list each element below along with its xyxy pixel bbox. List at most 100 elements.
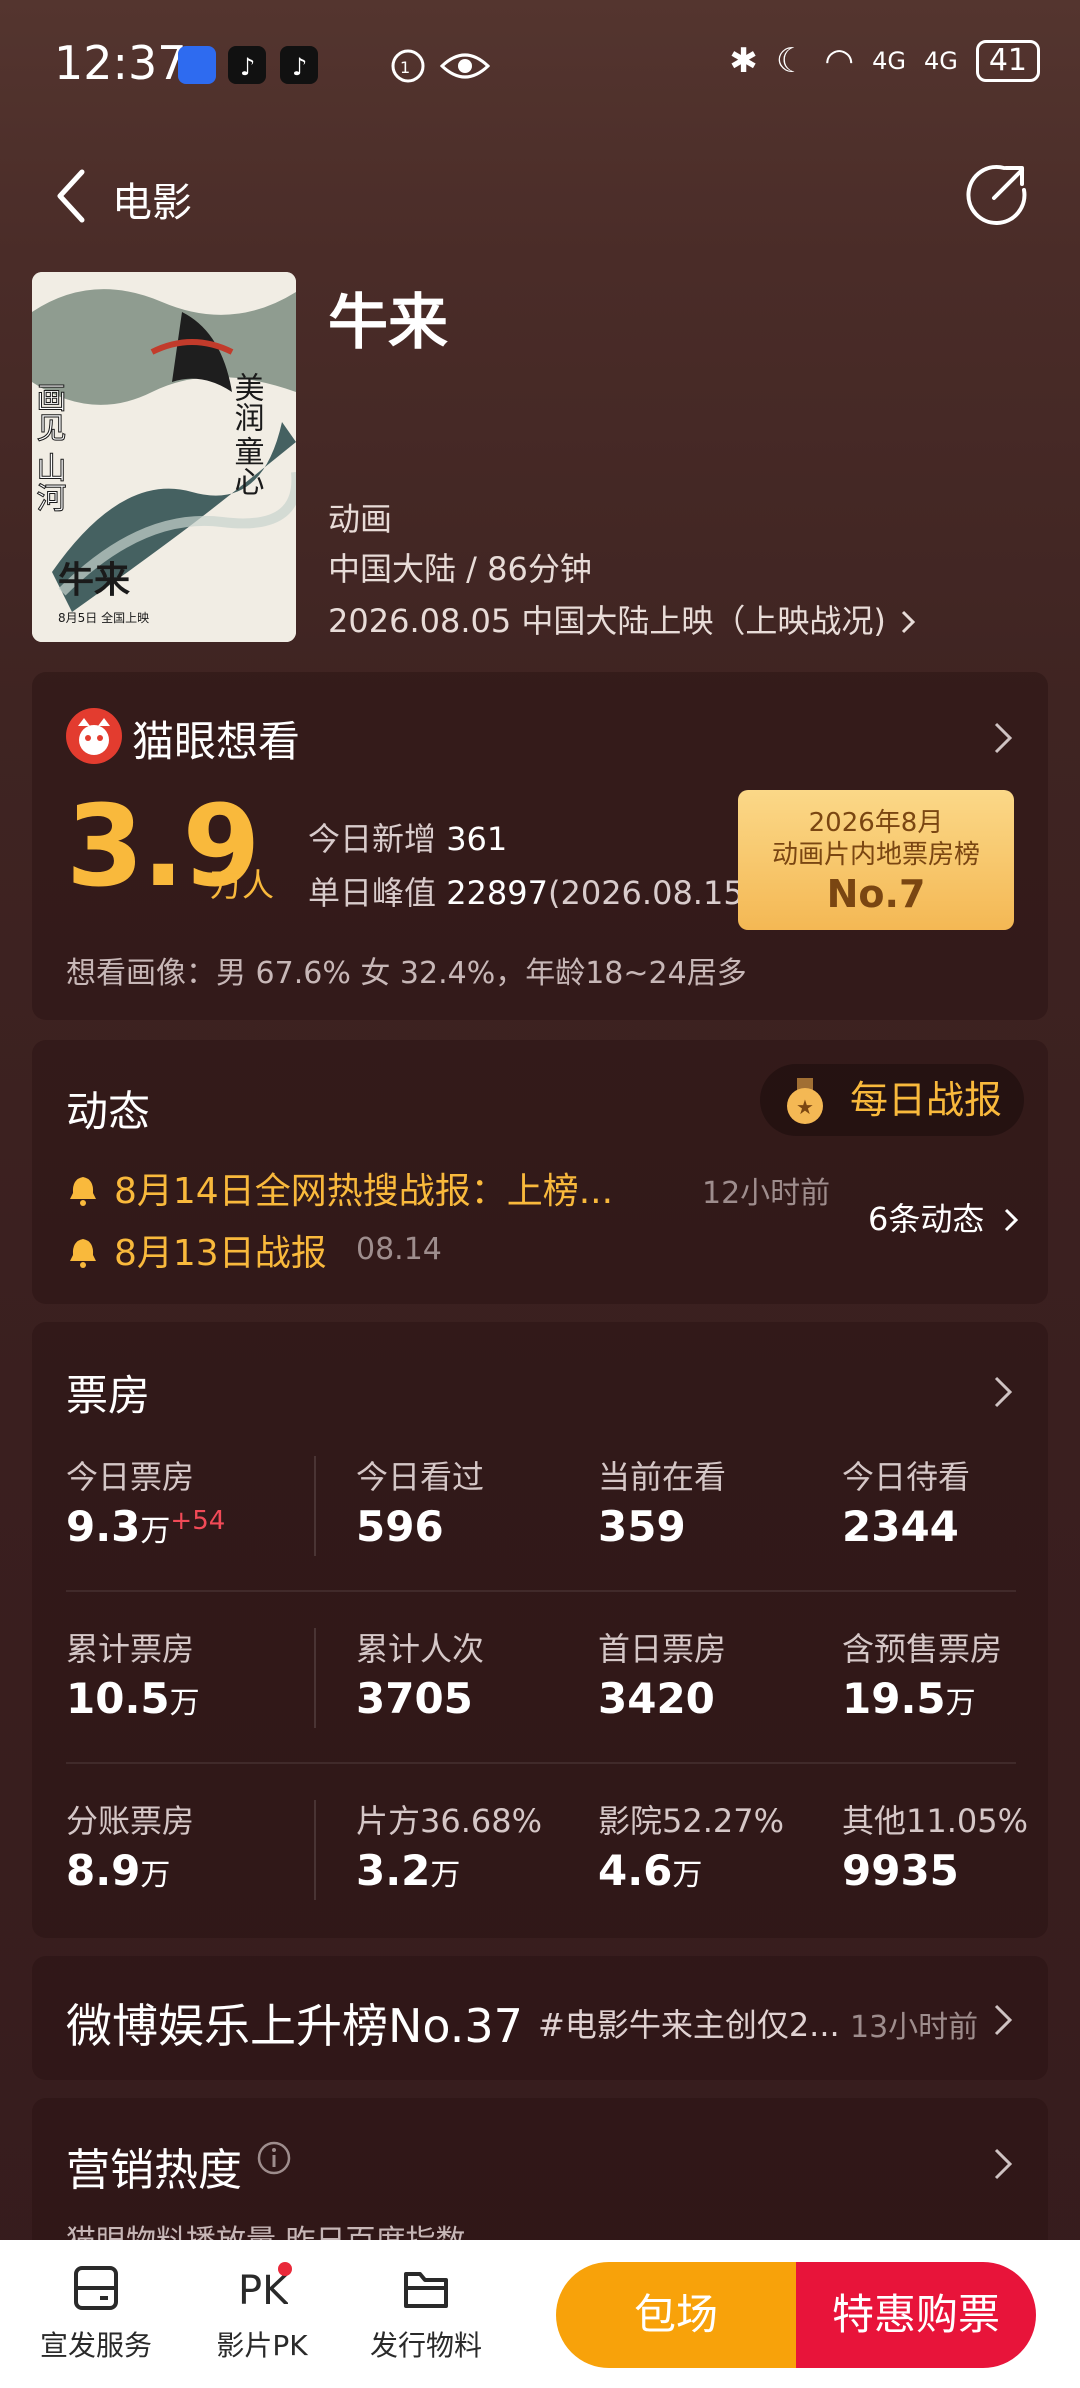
news-item[interactable]: 8月14日全网热搜战报：上榜...	[66, 1162, 613, 1214]
svg-text:♪: ♪	[292, 53, 307, 81]
chevron-right-icon	[994, 2148, 1013, 2180]
svg-text:童心: 童心	[229, 436, 264, 496]
divider	[314, 1456, 316, 1556]
svg-text:1: 1	[400, 58, 410, 77]
divider	[314, 1628, 316, 1728]
data-saver-icon: 1	[391, 49, 425, 83]
box-office-card[interactable]: 票房 今日票房 9.3万+54 今日看过 596 当前在看 359 今日待看 2…	[32, 1322, 1048, 1938]
stat-value: 3.2万	[356, 1846, 460, 1895]
divider	[314, 1800, 316, 1900]
want-to-see-title: 猫眼想看	[132, 717, 301, 766]
movie-region-duration: 中国大陆 / 86分钟	[328, 550, 592, 588]
tab-label: 发行物料	[369, 2329, 482, 2362]
news-item[interactable]: 8月13日战报	[66, 1224, 327, 1276]
buy-ticket-button[interactable]: 特惠购票	[796, 2262, 1036, 2368]
daily-report-label: 每日战报	[849, 1078, 1002, 1122]
release-text: 2026.08.05 中国大陆上映（上映战况)	[328, 602, 886, 640]
back-icon[interactable]	[52, 166, 92, 226]
stat-value: 3705	[356, 1674, 473, 1723]
share-icon[interactable]	[964, 160, 1030, 226]
status-bar: 12:37 ♪ ♪ 1 ✱ ☾ ◠ 4G 4G 41	[0, 0, 1080, 130]
bottom-action-bar: 宣发服务 PK 影片PK 发行物料 包场 特惠购票	[0, 2240, 1080, 2388]
stat-label: 首日票房	[598, 1630, 727, 1668]
chevron-right-icon	[1004, 1208, 1018, 1232]
service-icon	[74, 2266, 118, 2310]
stat-unit: 万	[430, 1858, 461, 1893]
stat-delta: +54	[170, 1506, 226, 1536]
stat-number: 9.3	[66, 1502, 141, 1551]
stat-value: 9.3万+54	[66, 1502, 225, 1551]
tab-promotion-service[interactable]: 宣发服务	[26, 2262, 166, 2364]
daily-report-button[interactable]: ★ 每日战报	[759, 1064, 1024, 1136]
stat-number: 3.2	[356, 1846, 431, 1895]
want-to-see-card[interactable]: 猫眼想看 3.9 万人 今日新增 361 单日峰值 22897(2026.08.…	[32, 672, 1048, 1020]
stat-number: 19.5	[842, 1674, 946, 1723]
stat-value: 10.5万	[66, 1674, 200, 1723]
stat-value: 596	[356, 1502, 444, 1551]
peak-label: 单日峰值	[308, 874, 437, 912]
stat-label: 影院52.27%	[598, 1802, 785, 1840]
peak-value: 22897	[446, 874, 548, 912]
app-notification-icon	[178, 46, 216, 84]
medal-icon: ★	[786, 1078, 823, 1124]
bell-icon	[70, 1239, 96, 1268]
stat-number: 4.6	[598, 1846, 673, 1895]
tab-label: 宣发服务	[39, 2329, 152, 2362]
movie-detail-page: 12:37 ♪ ♪ 1 ✱ ☾ ◠ 4G 4G 41 电影 美润 童心 画见 山…	[0, 0, 1080, 2388]
today-new-value: 361	[446, 820, 508, 858]
stat-label: 累计人次	[356, 1630, 485, 1668]
stat-value: 359	[598, 1502, 686, 1551]
want-unit: 万人	[210, 866, 275, 904]
stat-label: 分账票房	[66, 1802, 195, 1840]
tab-release-materials[interactable]: 发行物料	[356, 2262, 496, 2364]
stat-number: 10.5	[66, 1674, 170, 1723]
svg-text:牛来: 牛来	[58, 559, 130, 601]
svg-text:画见: 画见	[32, 382, 66, 442]
stat-label: 今日待看	[842, 1458, 971, 1496]
dynamics-title: 动态	[66, 1087, 151, 1136]
stat-value: 9935	[842, 1846, 959, 1895]
weibo-trending-card[interactable]: 微博娱乐上升榜No.37 #电影牛来主创仅2... 13小时前	[32, 1956, 1048, 2080]
rank-category: 动画片内地票房榜	[771, 840, 980, 870]
signal-icon: 4G	[923, 47, 958, 75]
news-text: 8月14日全网热搜战报：上榜...	[114, 1171, 614, 1212]
folder-icon	[404, 2272, 448, 2308]
top-nav: 电影	[0, 150, 1080, 240]
movie-release-link[interactable]: 2026.08.05 中国大陆上映（上映战况)	[328, 596, 916, 642]
maoyan-cat-icon	[66, 708, 122, 764]
stat-label: 今日票房	[66, 1458, 195, 1496]
stat-unit: 万	[672, 1858, 703, 1893]
stat-value: 19.5万	[842, 1674, 976, 1723]
movie-poster[interactable]: 美润 童心 画见 山河 牛来 8月5日 全国上映	[32, 272, 296, 642]
dynamics-count-link[interactable]: 6条动态	[868, 1194, 1019, 1240]
tab-film-pk[interactable]: PK 影片PK	[192, 2262, 332, 2364]
status-right: ✱ ☾ ◠ 4G 4G 41	[729, 40, 1040, 82]
tiktok-icon: ♪	[228, 46, 266, 84]
info-icon[interactable]	[256, 2140, 292, 2176]
stat-unit: 万	[140, 1858, 171, 1893]
signal-icon: 4G	[872, 47, 906, 75]
today-new-want: 今日新增 361	[308, 814, 507, 860]
charter-button[interactable]: 包场	[556, 2262, 796, 2368]
tab-label: 影片PK	[216, 2329, 308, 2362]
svg-text:山河: 山河	[32, 452, 67, 512]
peak-date: (2026.08.15)	[547, 874, 757, 912]
box-office-rank-badge[interactable]: 2026年8月 动画片内地票房榜 No.7	[738, 790, 1014, 930]
svg-text:★: ★	[796, 1095, 814, 1119]
divider	[66, 1590, 1016, 1592]
stat-value: 8.9万	[66, 1846, 170, 1895]
news-time: 12小时前	[702, 1176, 831, 1211]
stat-value: 4.6万	[598, 1846, 702, 1895]
stat-label: 片方36.68%	[356, 1802, 543, 1840]
weibo-time: 13小时前	[850, 2010, 979, 2045]
stat-label: 今日看过	[356, 1458, 485, 1496]
weibo-topic: #电影牛来主创仅2...	[538, 2006, 840, 2044]
rank-number: No.7	[826, 872, 926, 916]
dynamics-card: 动态 ★ 每日战报 8月14日全网热搜战报：上榜... 12小时前 8月13日战…	[32, 1040, 1048, 1304]
battery-indicator: 41	[975, 40, 1040, 82]
news-text: 8月13日战报	[114, 1233, 327, 1274]
wifi-icon: ◠	[824, 41, 855, 81]
chevron-right-icon	[994, 722, 1013, 754]
chevron-right-icon	[994, 2004, 1013, 2036]
movie-genre: 动画	[328, 500, 393, 538]
